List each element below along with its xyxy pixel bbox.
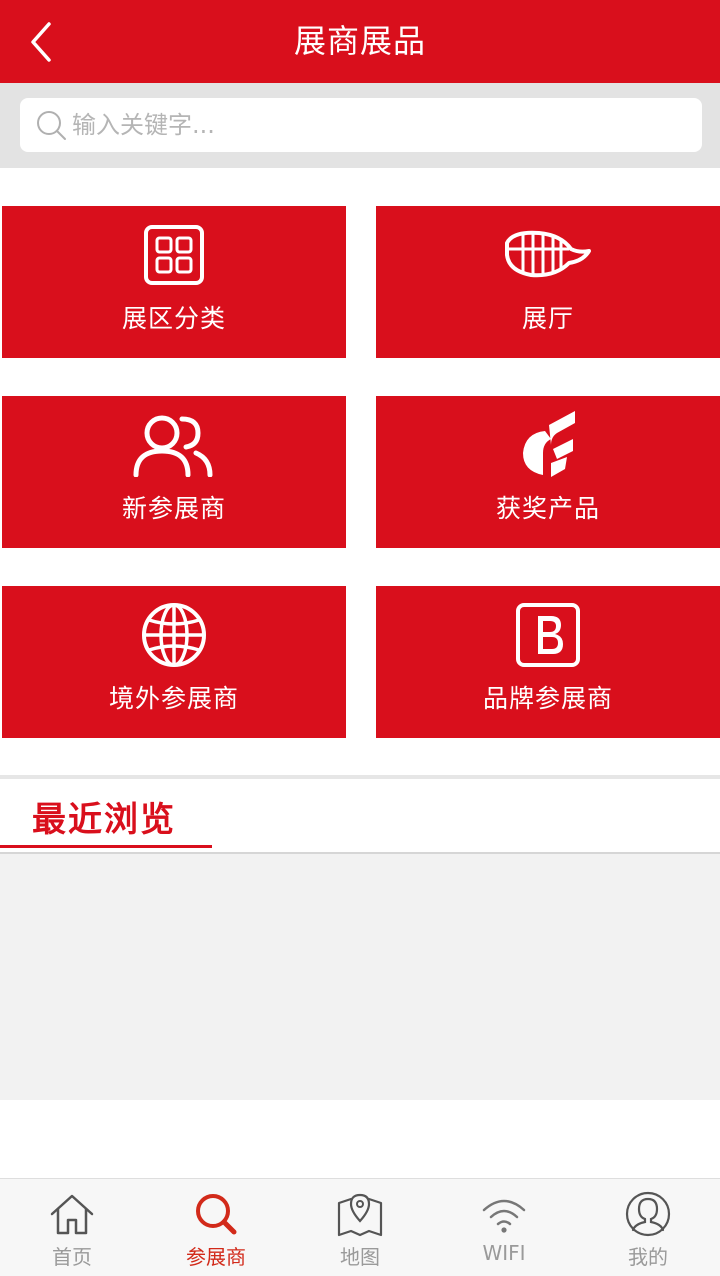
tab-home[interactable]: 首页 bbox=[0, 1179, 144, 1276]
search-band bbox=[0, 83, 720, 168]
recent-title[interactable]: 最近浏览 bbox=[32, 792, 176, 841]
wifi-icon bbox=[478, 1189, 530, 1239]
tile-label: 展厅 bbox=[521, 304, 574, 333]
grid-icon bbox=[129, 222, 219, 288]
tile-brand-exhibitors[interactable]: 品牌参展商 bbox=[376, 586, 720, 738]
tab-label: WIFI bbox=[482, 1241, 526, 1265]
tile-exhibition-hall[interactable]: 展厅 bbox=[376, 206, 720, 358]
search-icon bbox=[190, 1189, 242, 1239]
search-icon bbox=[37, 111, 66, 140]
page-title: 展商展品 bbox=[293, 22, 426, 60]
tab-profile[interactable]: 我的 bbox=[576, 1179, 720, 1276]
tile-label: 品牌参展商 bbox=[482, 684, 613, 713]
profile-icon bbox=[622, 1189, 674, 1239]
tab-label: 我的 bbox=[628, 1245, 668, 1269]
users-icon bbox=[129, 412, 219, 478]
globe-icon bbox=[129, 602, 219, 668]
section-divider bbox=[0, 775, 720, 779]
search-input[interactable] bbox=[72, 98, 682, 152]
stadium-icon bbox=[503, 222, 593, 288]
recent-list-empty bbox=[0, 854, 720, 1100]
app-screen: 展商展品 展区分类 bbox=[0, 0, 720, 1276]
tile-label: 展区分类 bbox=[121, 304, 226, 333]
tab-wifi[interactable]: WIFI bbox=[432, 1179, 576, 1276]
tile-overseas-exhibitors[interactable]: 境外参展商 bbox=[2, 586, 346, 738]
bottom-tab-bar: 首页 参展商 地图 WIFI 我的 bbox=[0, 1178, 720, 1276]
tile-new-exhibitors[interactable]: 新参展商 bbox=[2, 396, 346, 548]
tile-label: 境外参展商 bbox=[108, 684, 239, 713]
map-icon bbox=[334, 1189, 386, 1239]
tile-award-products[interactable]: 获奖产品 bbox=[376, 396, 720, 548]
tab-label: 参展商 bbox=[186, 1245, 246, 1269]
search-box[interactable] bbox=[20, 98, 702, 152]
tab-exhibitors[interactable]: 参展商 bbox=[144, 1179, 288, 1276]
tile-exhibition-categories[interactable]: 展区分类 bbox=[2, 206, 346, 358]
recent-tab-indicator bbox=[0, 845, 212, 848]
brand-b-icon bbox=[503, 602, 593, 668]
award-logo-icon bbox=[503, 411, 593, 478]
home-icon bbox=[46, 1189, 98, 1239]
tile-label: 获奖产品 bbox=[495, 494, 600, 523]
header-bar: 展商展品 bbox=[0, 0, 720, 83]
tab-label: 地图 bbox=[340, 1245, 380, 1269]
tab-label: 首页 bbox=[52, 1245, 92, 1269]
tab-map[interactable]: 地图 bbox=[288, 1179, 432, 1276]
tile-label: 新参展商 bbox=[121, 494, 226, 523]
